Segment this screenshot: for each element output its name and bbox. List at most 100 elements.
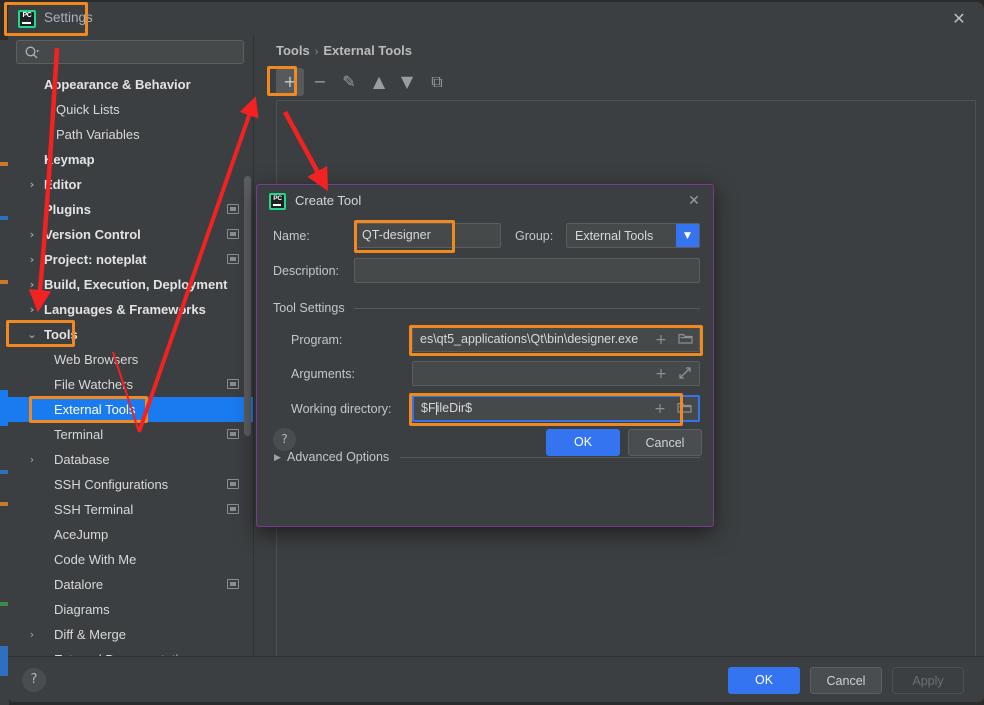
- advanced-options-label[interactable]: Advanced Options: [287, 450, 389, 464]
- working-directory-value: $FileDir$: [421, 400, 473, 416]
- remove-tool-button-icon: −: [313, 72, 327, 91]
- dialog-ok-button[interactable]: OK: [546, 429, 620, 456]
- edit-tool-button[interactable]: ✎: [335, 68, 363, 96]
- sidebar-item-external-documentation[interactable]: External Documentation: [8, 647, 253, 656]
- breadcrumb-root[interactable]: Tools: [276, 43, 310, 58]
- sidebar-item-datalore[interactable]: Datalore: [8, 572, 253, 597]
- edit-tool-button-icon: ✎: [342, 72, 356, 91]
- copy-tool-button[interactable]: ⧉: [423, 68, 451, 96]
- pycharm-icon: PC: [269, 193, 286, 210]
- description-label: Description:: [273, 264, 339, 278]
- sidebar-item-label: SSH Configurations: [54, 477, 169, 492]
- sidebar-item-version-control[interactable]: › Version Control: [8, 222, 253, 247]
- chevron-right-icon[interactable]: ›: [26, 222, 38, 247]
- title-bar: PC Settings ✕: [8, 2, 984, 36]
- cancel-button[interactable]: Cancel: [810, 667, 882, 694]
- arguments-field[interactable]: +: [412, 361, 700, 386]
- search-icon: [24, 45, 40, 61]
- sidebar-item-file-watchers[interactable]: File Watchers: [8, 372, 253, 397]
- chevron-right-icon[interactable]: ›: [26, 297, 38, 322]
- help-icon[interactable]: ?: [22, 668, 46, 692]
- sidebar-item-project-noteplat[interactable]: › Project: noteplat: [8, 247, 253, 272]
- sidebar-item-label: Keymap: [44, 152, 95, 167]
- sidebar-item-code-with-me[interactable]: Code With Me: [8, 547, 253, 572]
- sidebar-item-label: Plugins: [44, 202, 91, 217]
- panel-indicator-icon: [227, 429, 239, 439]
- sidebar-item-languages-frameworks[interactable]: › Languages & Frameworks: [8, 297, 253, 322]
- close-icon[interactable]: ✕: [683, 190, 705, 212]
- page-title: Settings: [44, 10, 93, 25]
- dialog-footer: ? OK Cancel Apply: [8, 656, 984, 702]
- insert-macro-icon[interactable]: +: [653, 332, 669, 348]
- sidebar-item-label: File Watchers: [54, 377, 133, 392]
- sidebar-item-build-execution-deployment[interactable]: › Build, Execution, Deployment: [8, 272, 253, 297]
- description-field[interactable]: [354, 258, 700, 283]
- sidebar-item-tools[interactable]: ⌄ Tools: [8, 322, 253, 347]
- remove-tool-button[interactable]: −: [306, 68, 334, 96]
- create-tool-title: Create Tool: [295, 193, 362, 208]
- chevron-right-icon[interactable]: ›: [26, 247, 38, 272]
- sidebar-item-quick-lists[interactable]: Quick Lists: [8, 97, 253, 122]
- sidebar-item-external-tools[interactable]: External Tools: [8, 397, 253, 422]
- sidebar-item-path-variables[interactable]: Path Variables: [8, 122, 253, 147]
- chevron-right-icon[interactable]: ›: [26, 447, 38, 472]
- add-tool-button[interactable]: +: [276, 68, 304, 96]
- chevron-right-icon[interactable]: ›: [26, 172, 38, 197]
- program-field[interactable]: es\qt5_applications\Qt\bin\designer.exe …: [412, 327, 700, 352]
- browse-folder-icon[interactable]: [676, 401, 692, 417]
- sidebar-item-ssh-terminal[interactable]: SSH Terminal: [8, 497, 253, 522]
- sidebar-item-label: Languages & Frameworks: [44, 302, 206, 317]
- move-up-button[interactable]: ▲: [365, 68, 393, 96]
- sidebar-item-acejump[interactable]: AceJump: [8, 522, 253, 547]
- sidebar-item-label: SSH Terminal: [54, 502, 134, 517]
- screen: PC Settings ✕ Appearance & Behavior Quick…: [0, 0, 984, 705]
- sidebar-item-label: Code With Me: [54, 552, 137, 567]
- external-tools-toolbar: + − ✎ ▲ ▼ ⧉: [276, 68, 976, 98]
- ok-button[interactable]: OK: [728, 667, 800, 694]
- insert-macro-icon[interactable]: +: [652, 401, 668, 417]
- sidebar-scrollbar[interactable]: [244, 176, 251, 436]
- insert-macro-icon[interactable]: +: [653, 366, 669, 382]
- sidebar-item-database[interactable]: › Database: [8, 447, 253, 472]
- sidebar-item-appearance-behavior[interactable]: Appearance & Behavior: [8, 72, 253, 97]
- sidebar-item-terminal[interactable]: Terminal: [8, 422, 253, 447]
- sidebar-item-label: Datalore: [54, 577, 104, 592]
- add-tool-button-icon: +: [283, 72, 297, 91]
- sidebar-item-diff-merge[interactable]: › Diff & Merge: [8, 622, 253, 647]
- sidebar-item-plugins[interactable]: Plugins: [8, 197, 253, 222]
- group-dropdown[interactable]: External Tools ▼: [566, 223, 700, 248]
- tool-settings-label: Tool Settings: [273, 301, 345, 315]
- name-field[interactable]: QT-designer: [354, 223, 501, 248]
- chevron-right-icon[interactable]: ›: [26, 272, 38, 297]
- settings-tree[interactable]: Appearance & Behavior Quick Lists Path Var…: [8, 72, 253, 656]
- chevron-down-icon[interactable]: ▼: [676, 224, 699, 247]
- browse-folder-icon[interactable]: [677, 332, 693, 348]
- search-box[interactable]: [16, 40, 244, 64]
- sidebar-item-label: Build, Execution, Deployment: [44, 277, 228, 292]
- sidebar-item-label: Project: noteplat: [44, 252, 147, 267]
- sidebar-item-label: Path Variables: [56, 127, 140, 142]
- sidebar-item-diagrams[interactable]: Diagrams: [8, 597, 253, 622]
- working-directory-field[interactable]: $FileDir$ +: [412, 395, 700, 422]
- search-input[interactable]: [45, 44, 237, 62]
- sidebar-item-web-browsers[interactable]: Web Browsers: [8, 347, 253, 372]
- dialog-help-icon[interactable]: ?: [273, 428, 296, 451]
- sidebar-item-editor[interactable]: › Editor: [8, 172, 253, 197]
- move-up-button-icon: ▲: [372, 72, 386, 91]
- chevron-right-icon[interactable]: ›: [26, 622, 38, 647]
- program-label: Program:: [291, 333, 343, 347]
- close-icon[interactable]: ✕: [944, 6, 974, 32]
- expand-icon[interactable]: [677, 366, 693, 382]
- chevron-right-icon[interactable]: ▶: [274, 453, 281, 463]
- sidebar-item-label: Quick Lists: [56, 102, 120, 117]
- move-down-button[interactable]: ▼: [393, 68, 421, 96]
- create-tool-title-bar: PC Create Tool ✕: [257, 185, 713, 217]
- dialog-cancel-button[interactable]: Cancel: [628, 429, 702, 456]
- sidebar-item-label: Tools: [44, 327, 78, 342]
- sidebar-item-ssh-configurations[interactable]: SSH Configurations: [8, 472, 253, 497]
- sidebar-item-keymap[interactable]: Keymap: [8, 147, 253, 172]
- sidebar-item-label: Version Control: [44, 227, 141, 242]
- chevron-down-icon[interactable]: ⌄: [26, 322, 38, 347]
- panel-indicator-icon: [227, 479, 239, 489]
- sidebar-item-label: Terminal: [54, 427, 104, 442]
